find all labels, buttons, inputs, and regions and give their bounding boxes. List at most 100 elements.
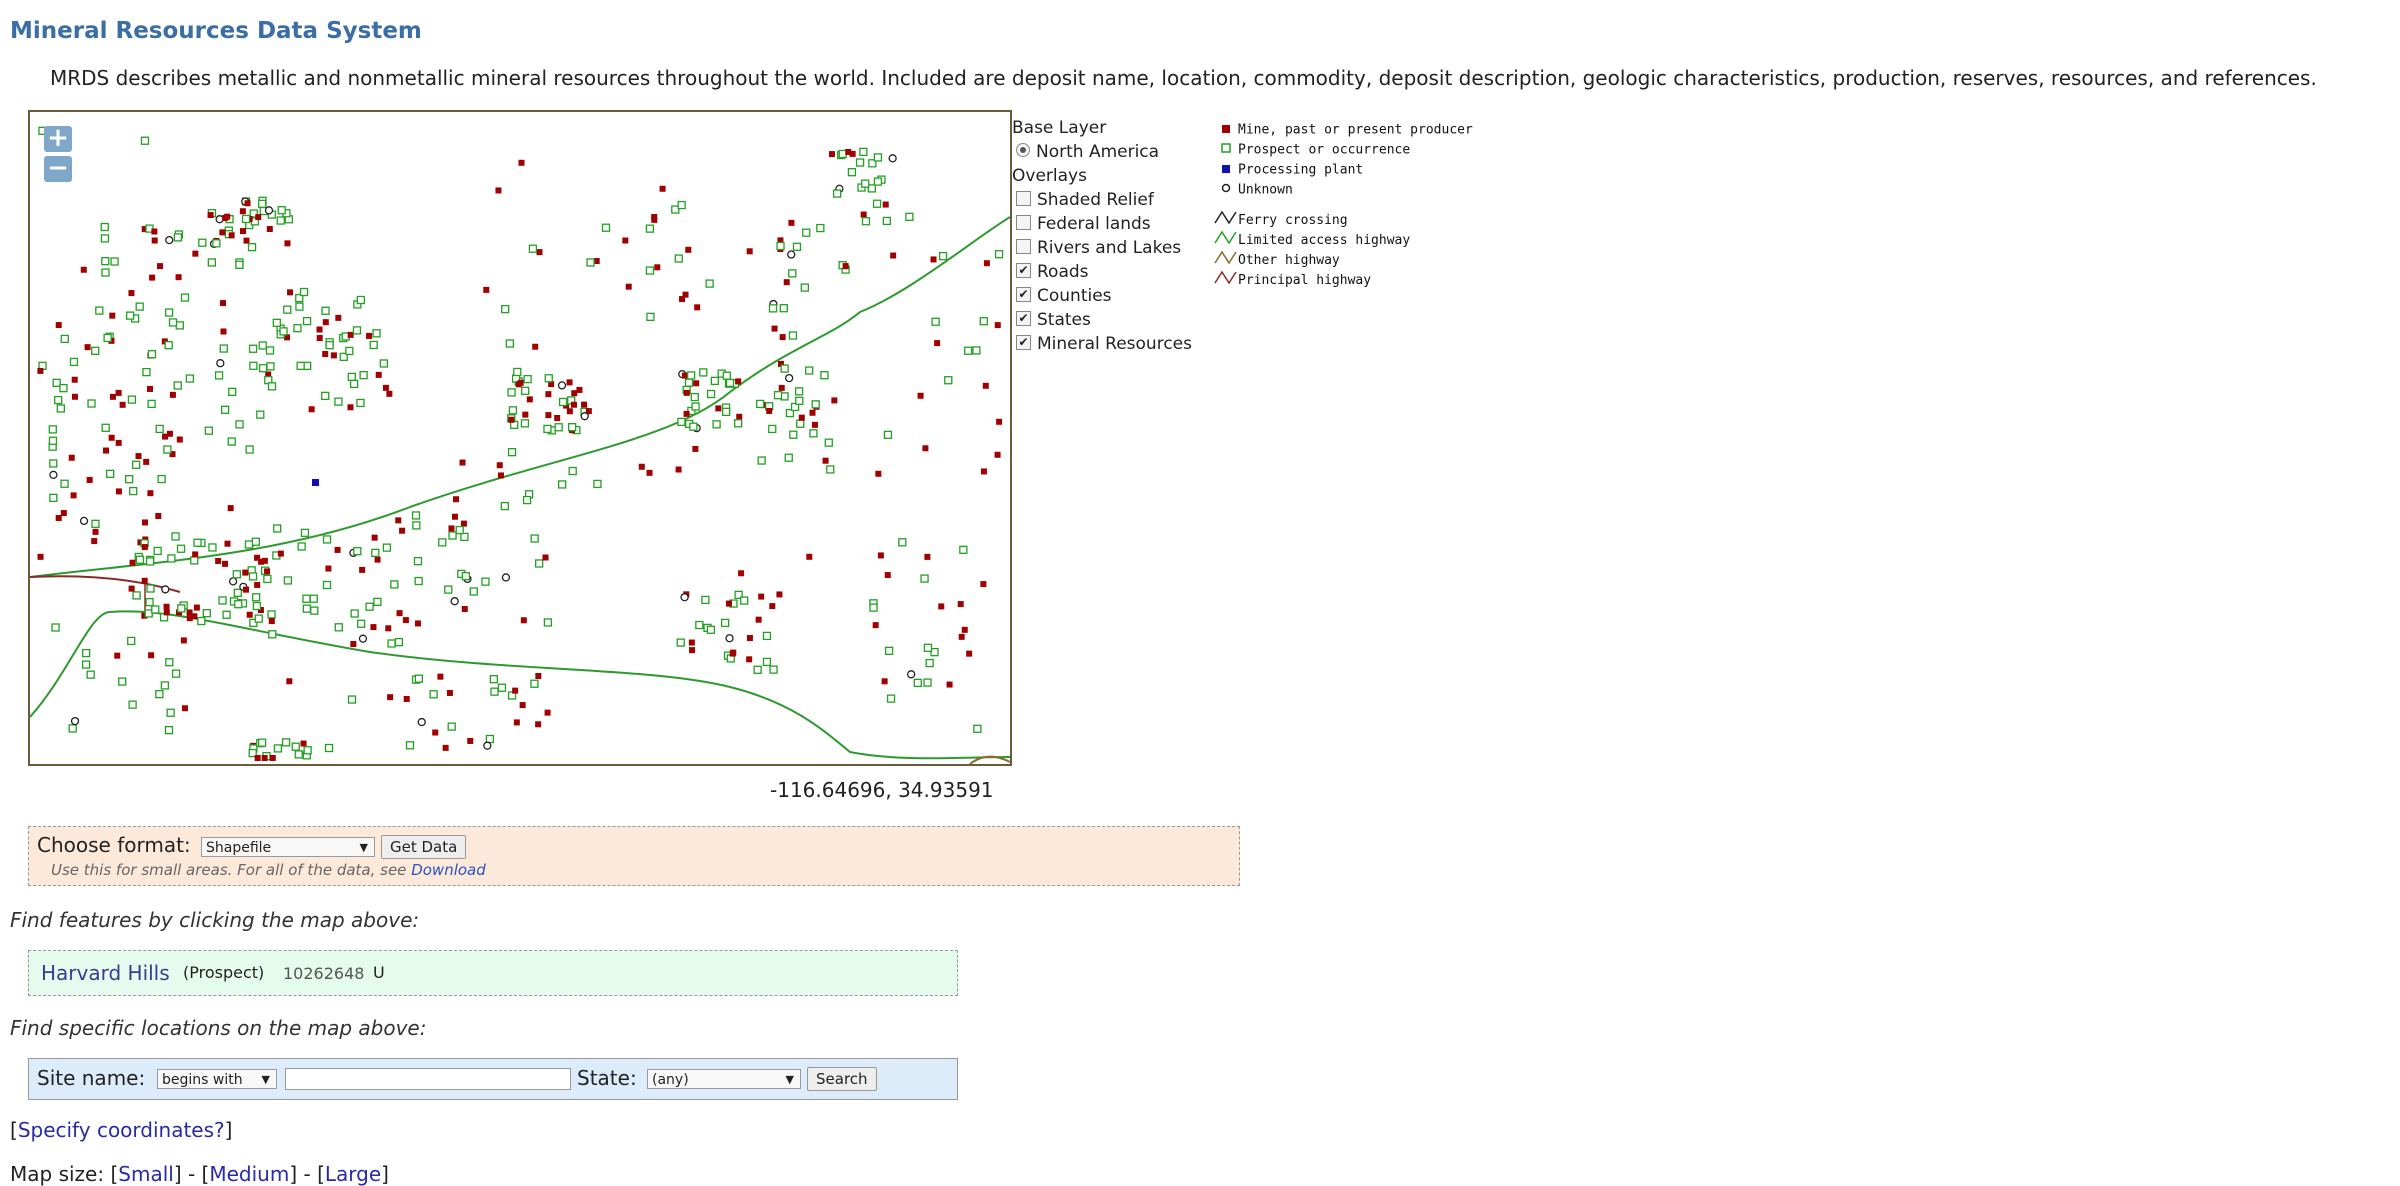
prospect-marker[interactable] — [811, 400, 820, 409]
prospect-marker[interactable] — [294, 750, 303, 759]
checkbox[interactable] — [1016, 238, 1031, 254]
mine-marker[interactable] — [517, 379, 524, 386]
checkbox[interactable] — [1016, 214, 1031, 230]
prospect-marker[interactable] — [500, 501, 509, 511]
prospect-marker[interactable] — [886, 694, 896, 703]
mine-marker[interactable] — [228, 232, 235, 239]
prospect-marker[interactable] — [258, 364, 268, 373]
prospect-marker[interactable] — [412, 521, 421, 530]
prospect-marker[interactable] — [379, 359, 389, 368]
prospect-marker[interactable] — [776, 241, 785, 251]
prospect-marker[interactable] — [938, 251, 948, 261]
mine-marker[interactable] — [115, 389, 122, 396]
prospect-marker[interactable] — [699, 368, 708, 377]
checkbox-checked[interactable]: ✔ — [1016, 310, 1031, 326]
site-name-input[interactable] — [285, 1068, 571, 1090]
mine-marker[interactable] — [244, 200, 251, 207]
mine-marker[interactable] — [224, 540, 231, 547]
prospect-marker[interactable] — [145, 557, 155, 566]
prospect-marker[interactable] — [859, 147, 868, 157]
mine-marker[interactable] — [176, 436, 183, 443]
unknown-marker[interactable] — [557, 381, 567, 390]
mine-marker[interactable] — [917, 392, 924, 399]
mine-marker[interactable] — [287, 289, 294, 296]
prospect-marker[interactable] — [520, 419, 530, 428]
prospect-marker[interactable] — [507, 388, 516, 397]
mine-marker[interactable] — [519, 702, 526, 709]
mine-marker[interactable] — [651, 216, 658, 223]
mine-marker[interactable] — [141, 544, 148, 551]
prospect-marker[interactable] — [816, 223, 825, 233]
prospect-marker[interactable] — [712, 420, 721, 429]
prospect-marker[interactable] — [544, 374, 553, 383]
prospect-marker[interactable] — [706, 625, 716, 634]
mine-marker[interactable] — [220, 328, 227, 335]
prospect-marker[interactable] — [567, 423, 577, 432]
prospect-marker[interactable] — [789, 430, 798, 439]
prospect-marker[interactable] — [691, 402, 700, 411]
mine-marker[interactable] — [308, 406, 315, 413]
mine-marker[interactable] — [571, 390, 578, 397]
prospect-marker[interactable] — [593, 479, 602, 489]
mine-marker[interactable] — [683, 389, 690, 396]
prospect-marker[interactable] — [168, 318, 178, 327]
map-viewport[interactable]: + − — [28, 110, 1012, 766]
mine-marker[interactable] — [738, 570, 745, 577]
prospect-marker[interactable] — [905, 212, 914, 222]
prospect-marker[interactable] — [302, 594, 311, 603]
match-mode-select[interactable]: begins with ▼ — [157, 1069, 277, 1089]
mine-marker[interactable] — [693, 380, 700, 387]
prospect-marker[interactable] — [198, 238, 207, 247]
mine-marker[interactable] — [522, 411, 529, 418]
prospect-marker[interactable] — [873, 177, 883, 186]
prospect-marker[interactable] — [387, 639, 396, 648]
prospect-marker[interactable] — [677, 200, 686, 210]
prospect-marker[interactable] — [334, 623, 343, 632]
prospect-marker[interactable] — [173, 233, 183, 242]
prospect-marker[interactable] — [106, 469, 115, 478]
prospect-marker[interactable] — [861, 217, 871, 226]
prospect-marker[interactable] — [163, 445, 172, 454]
mine-marker[interactable] — [135, 453, 142, 460]
mine-marker[interactable] — [809, 409, 816, 416]
prospect-marker[interactable] — [325, 341, 334, 350]
prospect-marker[interactable] — [684, 378, 694, 387]
mine-marker[interactable] — [798, 414, 805, 421]
mine-marker[interactable] — [163, 609, 170, 616]
mine-marker[interactable] — [322, 319, 329, 326]
prospect-marker[interactable] — [60, 334, 69, 344]
prospect-marker[interactable] — [350, 609, 359, 618]
mine-marker[interactable] — [536, 249, 543, 256]
mine-marker[interactable] — [638, 463, 645, 470]
unknown-marker[interactable] — [787, 250, 796, 259]
mine-marker[interactable] — [254, 581, 261, 588]
mine-marker[interactable] — [70, 492, 77, 499]
prospect-marker[interactable] — [197, 616, 206, 626]
prospect-marker[interactable] — [233, 588, 242, 597]
prospect-marker[interactable] — [645, 224, 655, 233]
mine-marker[interactable] — [532, 343, 539, 350]
mine-marker[interactable] — [192, 551, 199, 558]
prospect-marker[interactable] — [568, 466, 577, 476]
mine-marker[interactable] — [845, 148, 852, 155]
mine-marker[interactable] — [239, 228, 246, 235]
prospect-marker[interactable] — [54, 395, 63, 405]
checkbox-checked[interactable]: ✔ — [1016, 262, 1031, 278]
unknown-marker[interactable] — [358, 634, 368, 643]
mine-marker[interactable] — [359, 566, 366, 573]
prospect-marker[interactable] — [710, 376, 720, 386]
prospect-marker[interactable] — [883, 430, 893, 440]
prospect-marker[interactable] — [129, 486, 138, 496]
mine-marker[interactable] — [370, 624, 377, 631]
prospect-marker[interactable] — [257, 738, 267, 747]
mine-marker[interactable] — [934, 340, 941, 347]
mine-marker[interactable] — [518, 159, 525, 166]
mine-marker[interactable] — [109, 393, 116, 400]
mine-marker[interactable] — [881, 678, 888, 685]
unknown-marker[interactable] — [580, 412, 589, 421]
mine-marker[interactable] — [755, 616, 762, 623]
unknown-marker[interactable] — [888, 154, 897, 163]
mine-marker[interactable] — [961, 626, 968, 633]
prospect-marker[interactable] — [372, 329, 381, 338]
prospect-marker[interactable] — [460, 532, 469, 542]
